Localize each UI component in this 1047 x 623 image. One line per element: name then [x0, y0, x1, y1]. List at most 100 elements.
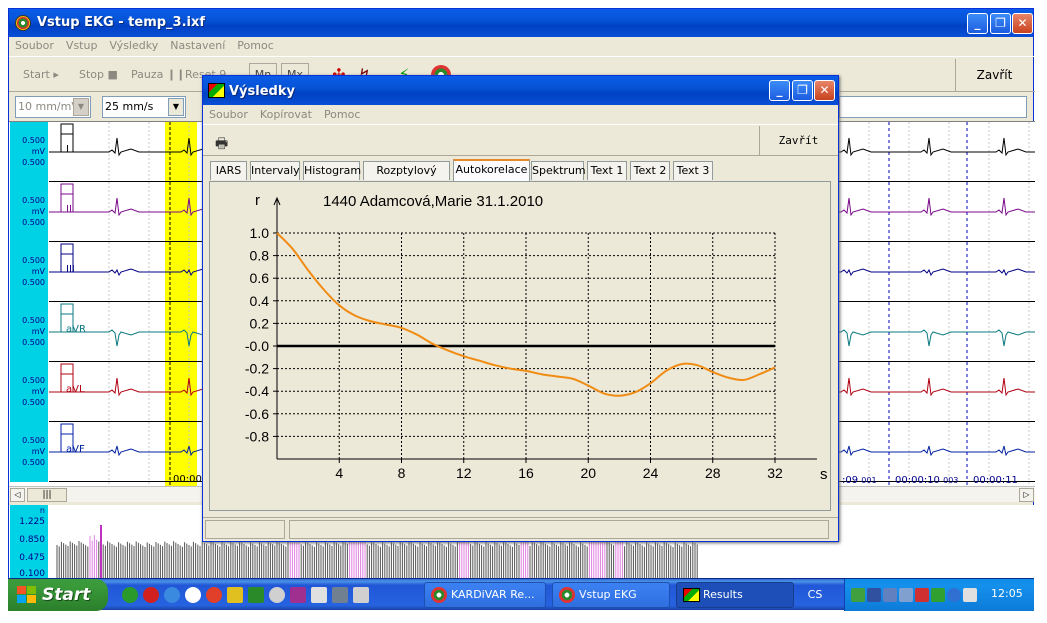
- y-tick-label: -0.2: [245, 361, 269, 377]
- tab-histogram[interactable]: Histogram: [303, 161, 361, 180]
- menu-pomoc[interactable]: Pomoc: [231, 37, 279, 52]
- tray-icon-1[interactable]: [851, 588, 865, 602]
- clock: 12:05: [991, 587, 1023, 600]
- tab-text-3[interactable]: Text 3: [673, 161, 713, 180]
- tray-icon-6[interactable]: [931, 588, 945, 602]
- chart-title: 1440 Adamcová,Marie 31.1.2010: [323, 193, 543, 210]
- menu-nastaveni[interactable]: Nastavení: [164, 37, 231, 52]
- app-icon-8[interactable]: [353, 587, 369, 603]
- channel-scale-avr: 0.500 mV 0.500: [10, 302, 48, 362]
- ie-icon[interactable]: [164, 587, 180, 603]
- scale-top: 0.500: [22, 376, 45, 385]
- scroll-right-button[interactable]: ▷: [1019, 488, 1034, 502]
- tab-text-2[interactable]: Text 2: [630, 161, 670, 180]
- opera-icon[interactable]: [143, 587, 159, 603]
- tray-icon-2[interactable]: [867, 588, 881, 602]
- printer-icon[interactable]: 🖶: [215, 133, 228, 157]
- tray-icon-8[interactable]: [963, 588, 977, 602]
- scale-bottom: 0.500: [22, 278, 45, 287]
- lead-name-avf: aVF: [66, 444, 85, 455]
- y-tick-label: 0.2: [250, 315, 270, 331]
- x-tick-label: 28: [705, 465, 721, 481]
- tray-icon-4[interactable]: [899, 588, 913, 602]
- main-window-title: Vstup EKG - temp_3.ixf: [37, 15, 206, 30]
- y-tick-label: 1.0: [250, 225, 270, 241]
- pause-button[interactable]: Pauza ❙❙: [131, 62, 185, 88]
- vstup-ekg-task-icon: [559, 587, 575, 603]
- task-vstup-ekg[interactable]: Vstup EKG: [552, 582, 670, 608]
- results-close-label-button[interactable]: Zavřít: [759, 126, 837, 156]
- tray-icon-7[interactable]: [947, 588, 961, 602]
- time-label-start: 00:00: [173, 474, 202, 485]
- tray-icon-5[interactable]: [915, 588, 929, 602]
- app-icon-4[interactable]: [269, 587, 285, 603]
- app-icon-6[interactable]: [311, 587, 327, 603]
- kardivar-app-icon: [15, 15, 31, 31]
- tab-text-1[interactable]: Text 1: [587, 161, 627, 180]
- note-field[interactable]: [839, 96, 1027, 118]
- ccleaner-icon[interactable]: [185, 587, 201, 603]
- y-tick-label: 0.4: [250, 293, 270, 309]
- autocorrelation-chart: 1.0 0.8 0.6 0.4 0.2 -0.0 -0.2 -0.4 -0.6 -0.8 4 8 12 1…: [245, 192, 828, 483]
- language-indicator[interactable]: CS: [800, 582, 830, 608]
- autocorrelation-panel: 1.0 0.8 0.6 0.4 0.2 -0.0 -0.2 -0.4 -0.6 -0.8 4 8 12 1…: [209, 181, 831, 511]
- task-results[interactable]: Results: [676, 582, 794, 608]
- scale-top: 0.500: [22, 436, 45, 445]
- scale-unit: mV: [31, 207, 45, 216]
- stop-button[interactable]: Stop ■: [79, 62, 118, 88]
- task-kardivar[interactable]: KARDiVAR Re...: [424, 582, 546, 608]
- results-menu-kopirovat[interactable]: Kopírovat: [254, 106, 318, 121]
- tab-spektrum[interactable]: Spektrum: [531, 161, 586, 180]
- app-icon-7[interactable]: [332, 587, 348, 603]
- tab-iars[interactable]: IARS: [210, 161, 247, 180]
- scale-unit: mV: [31, 387, 45, 396]
- scale-top: 0.500: [22, 316, 45, 325]
- results-app-icon: [208, 83, 225, 98]
- scroll-thumb[interactable]: |||: [27, 488, 67, 502]
- y-tick-label: -0.8: [245, 428, 269, 444]
- tray-icon-3[interactable]: [883, 588, 897, 602]
- scroll-left-button[interactable]: ◁: [10, 488, 25, 502]
- lead-name-i: I: [66, 144, 69, 155]
- y-tick-label: -0.0: [245, 338, 269, 354]
- sensitivity-select[interactable]: 10 mm/mV ▼: [15, 96, 91, 118]
- main-menu-bar: Soubor Vstup Výsledky Nastavení Pomoc: [9, 37, 1033, 55]
- app-icon-2[interactable]: [227, 587, 243, 603]
- chrome-icon[interactable]: [122, 587, 138, 603]
- menu-vstup[interactable]: Vstup: [60, 37, 104, 52]
- scale-top: 0.500: [22, 196, 45, 205]
- minimize-button[interactable]: _: [967, 13, 988, 34]
- main-title-bar[interactable]: Vstup EKG - temp_3.ixf _ ❐ ✕: [9, 9, 1033, 37]
- tab-intervaly[interactable]: Intervaly: [250, 161, 300, 180]
- close-button[interactable]: ✕: [1012, 13, 1033, 34]
- menu-vysledky[interactable]: Výsledky: [103, 37, 164, 52]
- start-button[interactable]: Start ▸: [23, 62, 59, 88]
- results-maximize-button[interactable]: ❐: [792, 80, 813, 101]
- x-tick-label: 20: [580, 465, 596, 481]
- app-icon-5[interactable]: [290, 587, 306, 603]
- lead-name-avr: aVR: [66, 324, 86, 335]
- results-menu-pomoc[interactable]: Pomoc: [318, 106, 366, 121]
- speed-select[interactable]: 25 mm/s ▼: [102, 96, 186, 118]
- start-button-taskbar[interactable]: Start: [8, 579, 108, 611]
- results-menu-soubor[interactable]: Soubor: [203, 106, 254, 121]
- main-close-button[interactable]: Zavřít: [955, 59, 1033, 91]
- app-icon-1[interactable]: [206, 587, 222, 603]
- results-title-bar[interactable]: Výsledky _ ❐ ✕: [203, 76, 838, 105]
- results-menu-bar: Soubor Kopírovat Pomoc: [203, 106, 838, 123]
- scale-top: 0.500: [22, 136, 45, 145]
- tab-rozptylovy-graf[interactable]: Rozptylový graf: [363, 161, 450, 194]
- app-icon-3[interactable]: [248, 587, 264, 603]
- menu-soubor[interactable]: Soubor: [9, 37, 60, 52]
- scale-bottom: 0.500: [22, 338, 45, 347]
- results-minimize-button[interactable]: _: [769, 80, 790, 101]
- x-axis-label: s: [820, 466, 828, 483]
- results-close-button[interactable]: ✕: [814, 80, 835, 101]
- x-tick-label: 32: [767, 465, 783, 481]
- scale-bottom: 0.500: [22, 458, 45, 467]
- time-label-1: :09 001: [842, 475, 877, 486]
- maximize-button[interactable]: ❐: [990, 13, 1011, 34]
- scale-unit: mV: [31, 327, 45, 336]
- scale-bottom: 0.500: [22, 218, 45, 227]
- tab-autokorelace[interactable]: Autokorelace: [453, 159, 530, 181]
